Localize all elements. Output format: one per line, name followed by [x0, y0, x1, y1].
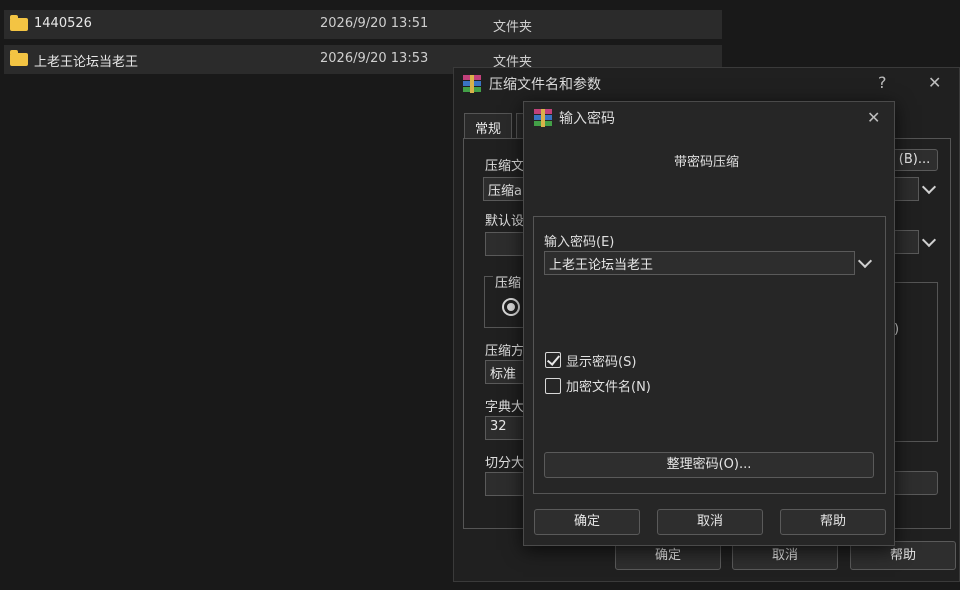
- method-select[interactable]: 标准: [485, 360, 525, 384]
- password-dialog: 输入密码 ✕ 带密码压缩 输入密码(E) 上老王论坛当老王 显示密码(S) 加密…: [523, 101, 895, 546]
- encrypt-names-label[interactable]: 加密文件名(N): [566, 376, 651, 395]
- partial-button[interactable]: [889, 471, 938, 495]
- dictionary-select[interactable]: 32: [485, 416, 525, 440]
- file-name: 上老王论坛当老王: [34, 55, 139, 70]
- file-name: 1440526: [34, 16, 92, 31]
- help-button[interactable]: 帮助: [780, 509, 886, 535]
- organize-passwords-button[interactable]: 整理密码(O)...: [544, 452, 874, 478]
- dialog-title: 压缩文件名和参数: [489, 77, 601, 93]
- encrypt-names-checkbox[interactable]: [545, 378, 561, 394]
- winrar-icon: [463, 75, 481, 93]
- password-label: 输入密码(E): [544, 235, 615, 250]
- show-password-label[interactable]: 显示密码(S): [566, 351, 636, 370]
- file-date: 2026/9/20 13:53: [320, 51, 429, 66]
- cancel-button[interactable]: 取消: [657, 509, 763, 535]
- split-input[interactable]: [485, 472, 525, 496]
- method-label: 压缩方: [485, 344, 525, 359]
- close-icon[interactable]: ✕: [867, 108, 880, 127]
- tab-general[interactable]: 常规: [464, 113, 513, 139]
- close-icon[interactable]: ✕: [928, 73, 941, 92]
- folder-icon: [10, 15, 28, 31]
- file-type: 文件夹: [493, 20, 533, 35]
- dialog-title: 输入密码: [559, 111, 615, 127]
- winrar-icon: [534, 109, 552, 127]
- folder-icon: [10, 50, 28, 66]
- show-password-checkbox[interactable]: [545, 352, 561, 368]
- default-profile-label: 默认设: [485, 214, 525, 229]
- split-label: 切分大: [485, 456, 525, 471]
- format-group-label: 压缩: [493, 272, 524, 291]
- table-row[interactable]: 1440526 2026/9/20 13:51 文件夹: [4, 10, 722, 39]
- help-icon[interactable]: ?: [878, 73, 887, 92]
- file-date: 2026/9/20 13:51: [320, 16, 429, 31]
- password-input[interactable]: 上老王论坛当老王: [544, 251, 855, 275]
- archive-name-combo-tail[interactable]: [891, 177, 919, 201]
- archive-name-label: 压缩文: [485, 159, 525, 174]
- ok-button[interactable]: 确定: [534, 509, 640, 535]
- profile-combo-tail[interactable]: [891, 230, 919, 254]
- format-radio[interactable]: [502, 298, 520, 316]
- browse-button[interactable]: (B)...: [891, 149, 938, 171]
- dictionary-label: 字典大: [485, 400, 525, 415]
- options-panel: [889, 282, 938, 442]
- dialog-heading: 带密码压缩: [674, 155, 740, 170]
